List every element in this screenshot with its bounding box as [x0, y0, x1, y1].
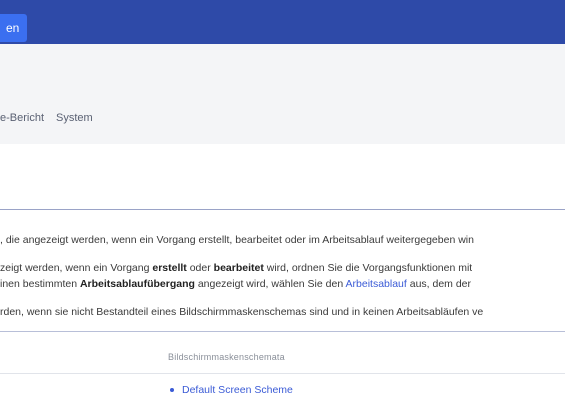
top-nav-button[interactable]: en [0, 14, 28, 42]
screen-scheme-link[interactable]: Default Screen Scheme [170, 384, 293, 396]
section-divider [0, 209, 565, 210]
text-segment: aus, dem der [406, 278, 472, 290]
workflow-link[interactable]: Arbeitsablauf [346, 278, 407, 290]
text-segment: wird, ordnen Sie die Vorgangsfunktionen … [263, 262, 473, 274]
bullet-icon [170, 388, 174, 393]
top-navigation-bar: en [0, 0, 565, 44]
description-line: zeigt werden, wenn ein Vorgang erstellt … [0, 262, 472, 274]
table-header-rule [0, 373, 565, 374]
admin-nav-item-system[interactable]: System [56, 112, 93, 124]
description-line: rden, wenn sie nicht Bestandteil eines B… [0, 306, 484, 318]
admin-nav-item-bericht[interactable]: e-Bericht [0, 112, 44, 124]
screen-scheme-label[interactable]: Default Screen Scheme [182, 384, 293, 396]
bold-text-transition: Arbeitsablaufübergang [79, 278, 195, 290]
table-top-divider [0, 331, 565, 332]
bold-text-bearbeitet: bearbeitet [213, 262, 264, 274]
description-line: , die angezeigt werden, wenn ein Vorgang… [0, 234, 474, 246]
column-header-screen-schemes: Bildschirmmaskenschemata [168, 352, 285, 362]
bold-text-erstellt: erstellt [152, 262, 187, 274]
admin-nav: e-Bericht System [0, 112, 93, 124]
text-segment: angezeigt wird, wählen Sie den [194, 278, 346, 290]
admin-header-band [0, 44, 565, 144]
text-segment: oder [186, 262, 214, 274]
text-segment: zeigt werden, wenn ein Vorgang [0, 262, 153, 274]
description-line: inen bestimmten Arbeitsablaufübergang an… [0, 278, 471, 290]
text-segment: inen bestimmten [0, 278, 80, 290]
